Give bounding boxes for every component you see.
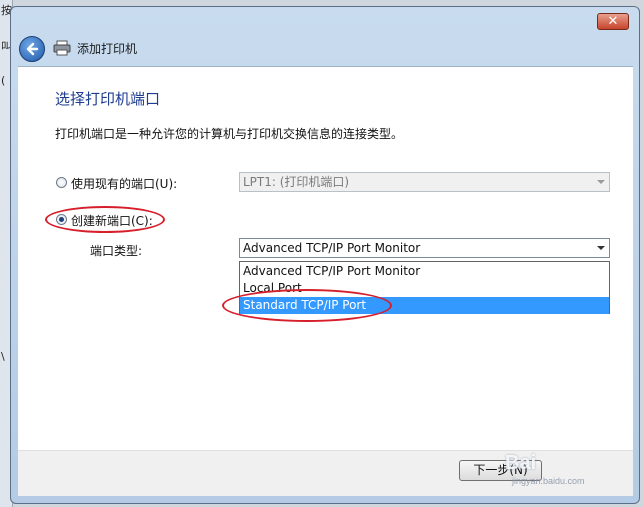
window-title: 添加打印机	[77, 42, 138, 56]
chevron-down-icon	[593, 173, 609, 191]
port-type-label: 端口类型:	[90, 244, 143, 258]
back-arrow-icon	[26, 42, 39, 56]
existing-port-radio[interactable]	[56, 177, 67, 188]
printer-icon	[53, 40, 71, 56]
port-type-value: Advanced TCP/IP Port Monitor	[243, 241, 421, 255]
dropdown-option-advanced-tcp-ip[interactable]: Advanced TCP/IP Port Monitor	[240, 263, 609, 280]
page-description: 打印机端口是一种允许您的计算机与打印机交换信息的连接类型。	[55, 127, 404, 141]
close-icon: ✕	[607, 14, 619, 29]
existing-port-select: LPT1: (打印机端口)	[239, 172, 610, 192]
page-heading: 选择打印机端口	[55, 90, 161, 108]
existing-port-value: LPT1: (打印机端口)	[243, 175, 350, 189]
baidu-watermark: Bai	[505, 452, 537, 474]
baidu-watermark-url: jingyan.baidu.com	[512, 476, 585, 486]
close-button[interactable]: ✕	[597, 13, 629, 30]
annotation-circle-new-port	[45, 206, 165, 233]
back-button[interactable]	[19, 36, 45, 62]
annotation-circle-standard-tcp-ip	[222, 289, 392, 322]
background-text-fragment: \	[1, 350, 5, 363]
background-text-fragment: (	[1, 74, 6, 87]
chevron-down-icon[interactable]	[593, 239, 609, 257]
existing-port-label[interactable]: 使用现有的端口(U):	[71, 175, 177, 192]
port-type-select[interactable]: Advanced TCP/IP Port Monitor	[239, 238, 610, 258]
